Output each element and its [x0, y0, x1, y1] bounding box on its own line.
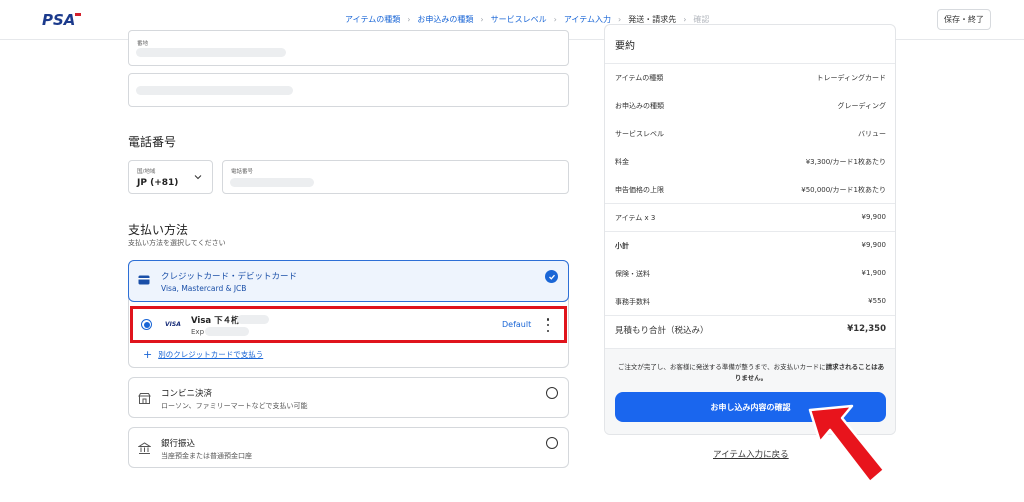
radio-unselected[interactable] — [546, 437, 558, 449]
summary-row-value: ¥9,900 — [861, 213, 887, 221]
payment-section-title: 支払い方法 — [128, 223, 189, 237]
step-service-level[interactable]: サービスレベル — [491, 14, 547, 25]
field-label: 番地 — [137, 41, 149, 47]
summary-title: 要約 — [615, 41, 635, 52]
address-number-field[interactable]: 番地 — [128, 30, 569, 66]
card-payment-option[interactable]: クレジットカード・デビットカード Visa, Mastercard & JCB — [128, 260, 569, 302]
save-exit-button[interactable]: 保存・終了 — [937, 9, 991, 30]
konbini-payment-option[interactable]: コンビニ決済 ローソン、ファミリーマートなどで支払い可能 — [128, 377, 569, 418]
summary-row-value: ¥9,900 — [861, 241, 887, 249]
summary-row: アイテムの種類 トレーディングカード — [615, 73, 886, 87]
summary-row-value: ¥3,300/カード1枚あたり — [805, 158, 886, 166]
redacted-value — [205, 327, 249, 336]
country-select[interactable]: 国/地域 JP (+81) — [128, 160, 213, 194]
summary-row: 保険・送料 ¥1,900 — [615, 269, 886, 283]
summary-row: 料金 ¥3,300/カード1枚あたり — [615, 157, 886, 171]
country-label: 国/地域 — [137, 169, 156, 175]
phone-section-title: 電話番号 — [128, 135, 177, 149]
phone-number-input[interactable]: 電話番号 — [222, 160, 569, 194]
chevron-right-icon: › — [683, 15, 687, 24]
address-line-field[interactable] — [128, 73, 569, 107]
summary-row-value: ¥50,000/カード1枚あたり — [801, 186, 886, 194]
summary-row-label: お申込みの種類 — [615, 102, 664, 110]
phone-number-label: 電話番号 — [231, 169, 254, 175]
red-arrow-annotation — [808, 404, 886, 484]
billing-notice: ご注文が完了し、お客様に発送する準備が整うまで、お支払いカードに請求されることは… — [617, 362, 885, 384]
summary-row-label: 小計 — [615, 242, 629, 250]
divider — [605, 203, 895, 204]
more-options-icon[interactable] — [546, 318, 550, 332]
summary-row-value: グレーディング — [837, 102, 886, 110]
step-submission-type[interactable]: お申込みの種類 — [417, 14, 473, 25]
divider — [605, 231, 895, 232]
saved-visa-card[interactable]: VISA Visa 下４桁 Exp Default — [130, 306, 567, 343]
bank-title: 銀行振込 — [161, 439, 196, 449]
summary-row: お申込みの種類 グレーディング — [615, 101, 886, 115]
default-badge: Default — [502, 320, 532, 329]
divider — [605, 315, 895, 316]
radio-unselected[interactable] — [546, 387, 558, 399]
summary-row-value: トレーディングカード — [816, 74, 886, 82]
plus-icon: + — [143, 348, 153, 361]
summary-row-label: 事務手数料 — [615, 298, 650, 306]
konbini-subtitle: ローソン、ファミリーマートなどで支払い可能 — [161, 402, 308, 410]
visa-logo-icon: VISA — [165, 321, 181, 328]
card-option-subtitle: Visa, Mastercard & JCB — [161, 284, 247, 293]
chevron-down-icon — [194, 175, 202, 180]
summary-row-value: バリュー — [858, 130, 886, 138]
redacted-value — [136, 48, 286, 57]
redacted-value — [237, 315, 269, 324]
credit-card-icon — [138, 275, 150, 285]
summary-row-value: ¥12,350 — [847, 324, 886, 334]
card-option-title: クレジットカード・デビットカード — [161, 272, 298, 282]
back-to-item-entry-link[interactable]: アイテム入力に戻る — [713, 448, 789, 460]
notice-text: ご注文が完了し、お客様に発送する準備が整うまで、お支払いカードに — [617, 363, 826, 371]
summary-row-label: アイテムの種類 — [615, 74, 664, 82]
bank-subtitle: 当座預金または普通預金口座 — [161, 452, 252, 460]
payment-section-subtitle: 支払い方法を選択してください — [128, 239, 226, 247]
step-item-type[interactable]: アイテムの種類 — [345, 14, 400, 25]
summary-row-label: 料金 — [615, 158, 629, 166]
summary-row-label: サービスレベル — [615, 130, 664, 138]
summary-row: アイテム x 3 ¥9,900 — [615, 213, 886, 227]
chevron-right-icon: › — [553, 15, 557, 24]
step-item-entry[interactable]: アイテム入力 — [564, 14, 611, 25]
summary-row-value: ¥1,900 — [861, 269, 887, 277]
summary-row-subtotal: 小計 ¥9,900 — [615, 241, 886, 255]
country-value: JP (+81) — [137, 178, 179, 188]
svg-text:PSA: PSA — [42, 11, 75, 27]
summary-row: 事務手数料 ¥550 — [615, 297, 886, 311]
redacted-value — [230, 178, 314, 187]
summary-row: 申告価格の上限 ¥50,000/カード1枚あたり — [615, 185, 886, 199]
order-summary: 要約 アイテムの種類 トレーディングカード お申込みの種類 グレーディング サー… — [604, 24, 896, 435]
summary-row-label: アイテム x 3 — [615, 214, 656, 222]
summary-row-value: ¥550 — [868, 297, 886, 305]
chevron-right-icon: › — [480, 15, 484, 24]
store-icon — [138, 393, 151, 404]
summary-row-label: 保険・送料 — [615, 270, 650, 278]
chevron-right-icon: › — [407, 15, 411, 24]
summary-row-label: 見積もり合計（税込み） — [615, 326, 709, 336]
summary-row-label: 申告価格の上限 — [615, 186, 664, 194]
summary-row-total: 見積もり合計（税込み） ¥12,350 — [615, 324, 886, 338]
radio-selected[interactable] — [141, 319, 152, 330]
saved-card-exp: Exp — [191, 328, 205, 336]
konbini-title: コンビニ決済 — [161, 389, 213, 399]
chevron-right-icon: › — [618, 15, 622, 24]
summary-row: サービスレベル バリュー — [615, 129, 886, 143]
divider — [605, 63, 895, 64]
saved-card-title: Visa 下４桁 — [191, 316, 240, 326]
redacted-value — [136, 86, 293, 95]
bank-transfer-option[interactable]: 銀行振込 当座預金または普通預金口座 — [128, 427, 569, 468]
add-card-label: 別のクレジットカードで支払う — [158, 350, 264, 359]
check-icon — [545, 270, 558, 283]
bank-icon — [138, 442, 151, 454]
psa-logo[interactable]: PSA — [42, 11, 86, 27]
add-another-card-link[interactable]: + 別のクレジットカードで支払う — [143, 348, 263, 361]
